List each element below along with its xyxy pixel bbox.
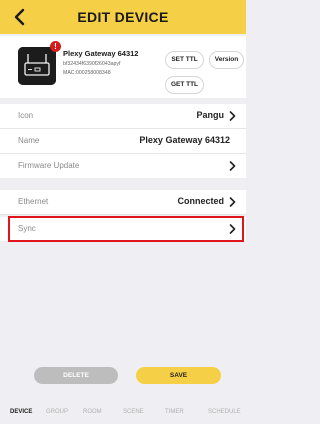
bottom-tab-bar: DEVICE GROUP ROOM SCENE TIMER SCHEDULE [0, 401, 246, 424]
chevron-right-icon [229, 224, 236, 234]
get-ttl-button[interactable]: GET TTL [165, 76, 204, 94]
device-card: ! Plexy Gateway 64312 bf32434f6390f26043… [0, 36, 246, 98]
icon-row-value: Pangu [196, 110, 224, 120]
tab-schedule[interactable]: SCHEDULE [208, 409, 241, 415]
chevron-right-icon [229, 111, 236, 121]
version-button[interactable]: Version [209, 51, 244, 69]
device-mac: MAC:000258008348 [63, 70, 111, 76]
app-header: EDIT DEVICE [0, 0, 246, 34]
gateway-router-icon [18, 47, 56, 85]
sync-row[interactable]: Sync [0, 217, 246, 241]
device-id: bf32434f6390f26043apyf [63, 61, 121, 67]
ethernet-row[interactable]: Ethernet Connected [0, 190, 246, 214]
firmware-update-label: Firmware Update [18, 161, 80, 170]
tab-scene[interactable]: SCENE [123, 409, 144, 415]
set-ttl-button[interactable]: SET TTL [165, 51, 204, 69]
chevron-right-icon [229, 161, 236, 171]
name-row-label: Name [18, 136, 40, 145]
tab-room[interactable]: ROOM [83, 409, 102, 415]
sync-label: Sync [18, 224, 36, 233]
divider [0, 214, 246, 215]
delete-button[interactable]: DELETE [34, 367, 118, 384]
page-title: EDIT DEVICE [77, 9, 169, 25]
ethernet-status: Connected [177, 196, 224, 206]
name-row-value: Plexy Gateway 64312 [139, 135, 230, 145]
icon-row-label: Icon [18, 111, 34, 120]
ethernet-label: Ethernet [18, 197, 49, 206]
alert-badge: ! [50, 41, 61, 52]
chevron-right-icon [229, 197, 236, 207]
firmware-update-row[interactable]: Firmware Update [0, 154, 246, 178]
name-row[interactable]: Name Plexy Gateway 64312 [0, 129, 246, 153]
device-name: Plexy Gateway 64312 [63, 49, 139, 58]
tab-group[interactable]: GROUP [46, 409, 68, 415]
save-button[interactable]: SAVE [136, 367, 221, 384]
icon-row[interactable]: Icon Pangu [0, 104, 246, 128]
tab-timer[interactable]: TIMER [165, 409, 184, 415]
tab-device[interactable]: DEVICE [10, 409, 32, 415]
